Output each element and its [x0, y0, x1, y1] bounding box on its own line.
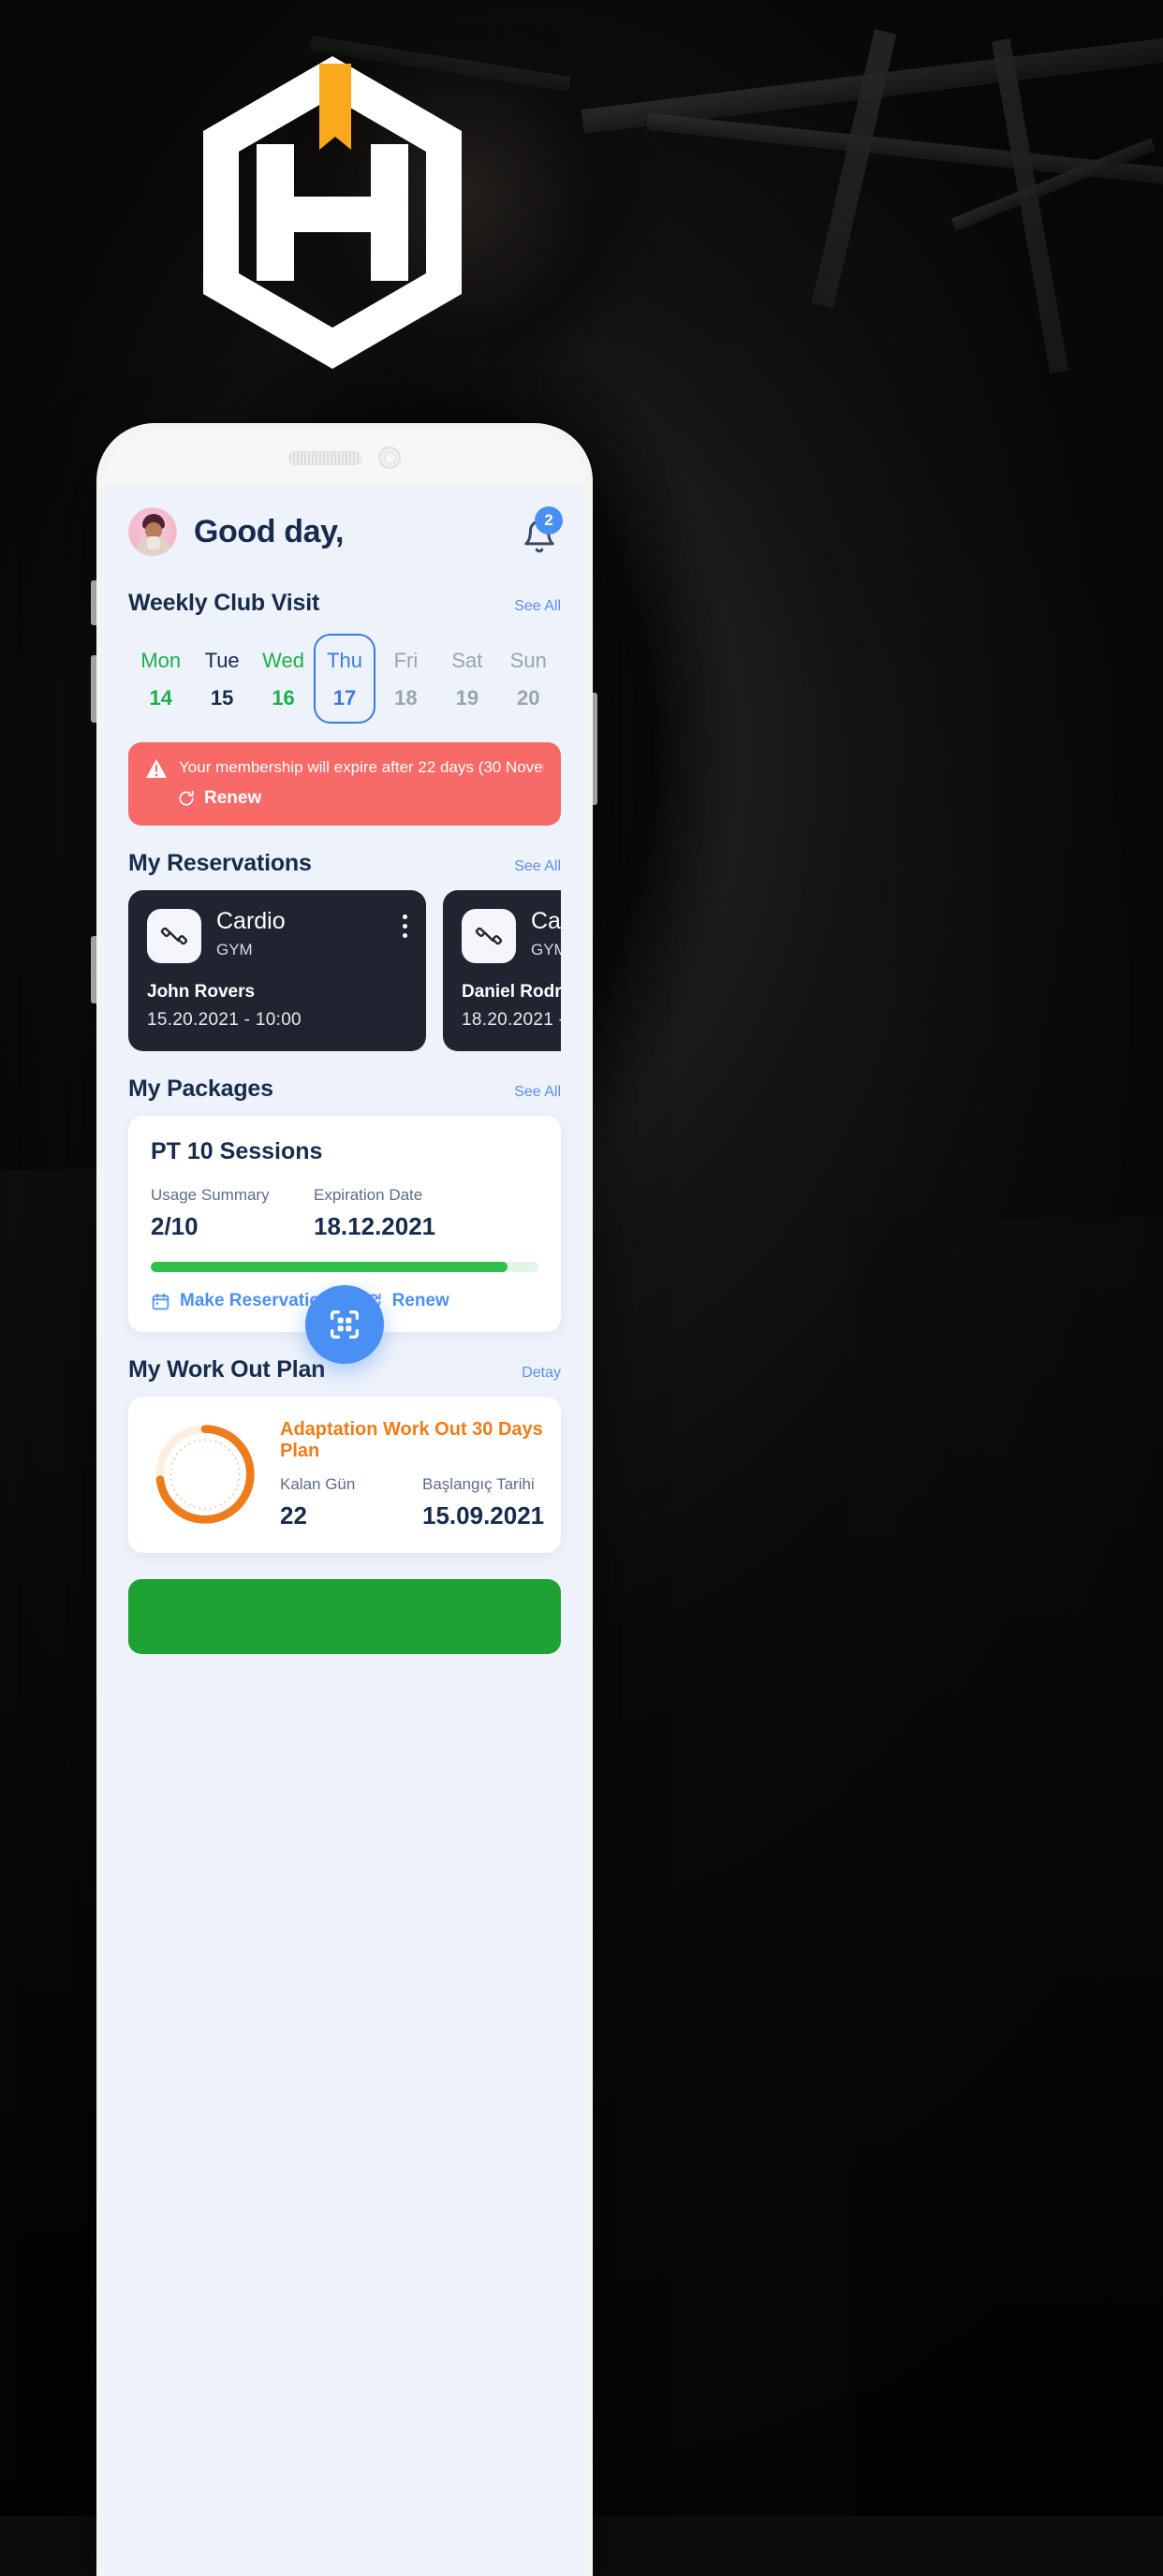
- qr-scan-icon: [326, 1306, 363, 1343]
- day-number: 15: [193, 686, 250, 710]
- calendar-icon: [151, 1292, 170, 1311]
- day-number: 18: [377, 686, 434, 710]
- reservation-card[interactable]: Cardio GYM John Rovers 15.20.2021 - 10:0…: [128, 890, 426, 1051]
- package-expiry-column: Expiration Date 18.12.2021: [314, 1186, 477, 1241]
- day-thu-selected[interactable]: Thu 17: [314, 634, 375, 724]
- alert-renew-button[interactable]: Renew: [177, 788, 544, 809]
- reservation-trainer: John Rovers: [147, 982, 407, 1003]
- day-name: Mon: [132, 649, 189, 673]
- notification-bell-button[interactable]: 2: [518, 510, 561, 553]
- start-date-value: 15.09.2021: [422, 1501, 565, 1530]
- weekly-club-visit-header: Weekly Club Visit See All: [128, 590, 561, 617]
- make-reservation-button[interactable]: Make Reservation: [151, 1291, 331, 1311]
- start-date-column: Başlangıç Tarihi 15.09.2021: [422, 1475, 565, 1530]
- bookmark-ribbon: [319, 64, 351, 150]
- packages-see-all-link[interactable]: See All: [514, 1084, 561, 1101]
- speaker-grill-icon: [288, 451, 361, 465]
- section-title: My Reservations: [128, 850, 312, 877]
- package-progress-bar: [151, 1262, 538, 1272]
- day-name: Sat: [438, 649, 495, 673]
- day-name: Sun: [500, 649, 557, 673]
- section-title: Weekly Club Visit: [128, 590, 319, 617]
- usage-value: 2/10: [151, 1212, 314, 1241]
- reservation-datetime: 18.20.2021 - 12:00: [462, 1010, 561, 1031]
- day-name: Fri: [377, 649, 434, 673]
- package-renew-label: Renew: [392, 1291, 449, 1311]
- day-name: Thu: [316, 649, 373, 673]
- primary-green-button[interactable]: [128, 1579, 561, 1654]
- front-camera-icon: [378, 446, 401, 469]
- more-vertical-icon[interactable]: [403, 909, 407, 938]
- reservations-carousel[interactable]: Cardio GYM John Rovers 15.20.2021 - 10:0…: [128, 890, 561, 1051]
- alert-message: Your membership will expire after 22 day…: [179, 757, 544, 777]
- day-sun[interactable]: Sun 20: [498, 634, 559, 724]
- day-wed[interactable]: Wed 16: [253, 634, 314, 724]
- reservations-see-all-link[interactable]: See All: [514, 858, 561, 875]
- page-title: Good day,: [194, 514, 344, 550]
- membership-expiry-alert: Your membership will expire after 22 day…: [128, 742, 561, 826]
- day-number: 20: [500, 686, 557, 710]
- start-date-label: Başlangıç Tarihi: [422, 1475, 565, 1494]
- reservation-title: Cardio: [216, 909, 286, 935]
- day-fri[interactable]: Fri 18: [375, 634, 436, 724]
- remaining-days-label: Kalan Gün: [280, 1475, 422, 1494]
- day-number: 16: [255, 686, 312, 710]
- app-screen: Good day, 2 Weekly Club Visit See All Mo…: [104, 485, 585, 2576]
- expiry-value: 18.12.2021: [314, 1212, 477, 1241]
- dumbbell-icon: [462, 909, 516, 963]
- app-header: Good day, 2: [128, 485, 561, 565]
- reservation-card[interactable]: Cardio GYM Daniel Rodrigez 18.20.2021 - …: [443, 890, 561, 1051]
- phone-top-bar: [104, 431, 585, 485]
- reservation-category: GYM: [216, 941, 286, 959]
- my-reservations-header: My Reservations See All: [128, 850, 561, 877]
- remaining-days-column: Kalan Gün 22: [280, 1475, 422, 1530]
- my-packages-header: My Packages See All: [128, 1076, 561, 1103]
- reservation-trainer: Daniel Rodrigez: [462, 982, 561, 1003]
- reservation-category: GYM: [531, 941, 561, 959]
- phone-mockup: Good day, 2 Weekly Club Visit See All Mo…: [96, 423, 593, 2576]
- section-title: My Work Out Plan: [128, 1356, 325, 1383]
- notification-badge: 2: [535, 506, 563, 534]
- workout-detail-link[interactable]: Detay: [522, 1365, 561, 1382]
- workout-plan-name: Adaptation Work Out 30 Days Plan: [280, 1419, 565, 1462]
- alert-renew-label: Renew: [204, 788, 261, 809]
- workout-plan-card[interactable]: Adaptation Work Out 30 Days Plan Kalan G…: [128, 1397, 561, 1553]
- section-title: My Packages: [128, 1076, 273, 1103]
- package-usage-column: Usage Summary 2/10: [151, 1186, 314, 1241]
- day-name: Wed: [255, 649, 312, 673]
- day-sat[interactable]: Sat 19: [436, 634, 497, 724]
- reservation-title: Cardio: [531, 909, 561, 935]
- week-day-strip: Mon 14 Tue 15 Wed 16 Thu 17 Fri 18: [128, 630, 561, 724]
- reservation-datetime: 15.20.2021 - 10:00: [147, 1010, 407, 1031]
- day-number: 17: [316, 686, 373, 710]
- day-number: 19: [438, 686, 495, 710]
- warning-triangle-icon: [145, 758, 168, 779]
- progress-ring: [151, 1420, 259, 1529]
- day-mon[interactable]: Mon 14: [130, 634, 191, 724]
- refresh-icon: [177, 789, 196, 808]
- package-progress-fill: [151, 1262, 508, 1272]
- qr-scan-fab-button[interactable]: [305, 1285, 384, 1364]
- weekly-see-all-link[interactable]: See All: [514, 598, 561, 615]
- usage-label: Usage Summary: [151, 1186, 314, 1205]
- dumbbell-icon: [147, 909, 201, 963]
- hexagon-h-logo: [200, 54, 464, 371]
- expiry-label: Expiration Date: [314, 1186, 477, 1205]
- package-name: PT 10 Sessions: [151, 1138, 538, 1165]
- day-tue[interactable]: Tue 15: [191, 634, 252, 724]
- avatar[interactable]: [128, 507, 177, 556]
- day-name: Tue: [193, 649, 250, 673]
- remaining-days-value: 22: [280, 1501, 422, 1530]
- day-number: 14: [132, 686, 189, 710]
